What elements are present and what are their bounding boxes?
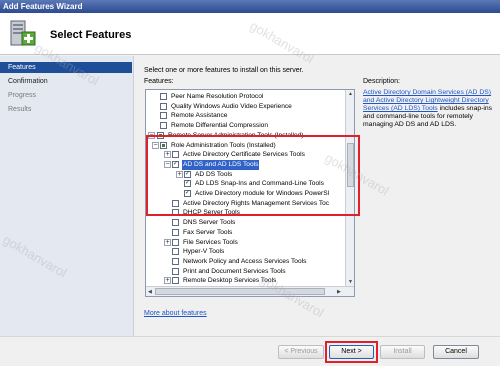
feature-checkbox[interactable]	[172, 228, 179, 236]
feature-label[interactable]: Remote Desktop Services Tools	[182, 276, 277, 286]
scroll-down-icon[interactable]: ▼	[348, 279, 353, 285]
feature-label[interactable]: DNS Server Tools	[182, 218, 236, 228]
tree-row[interactable]: Peer Name Resolution Protocol	[146, 92, 346, 102]
features-label: Features:	[144, 78, 174, 85]
page-title: Select Features	[50, 29, 132, 41]
tree-row[interactable]: Quality Windows Audio Video Experience	[146, 102, 346, 112]
server-features-icon	[10, 20, 36, 46]
feature-label[interactable]: Fax Server Tools	[182, 228, 233, 238]
wizard-steps-sidebar: Features Confirmation Progress Results	[0, 56, 134, 346]
description-panel: Active Directory Domain Services (AD DS)…	[363, 89, 495, 129]
tree-row[interactable]: + File Services Tools	[146, 238, 346, 248]
tree-row[interactable]: Remote Assistance	[146, 111, 346, 121]
tree-row[interactable]: + Remote Desktop Services Tools	[146, 276, 346, 286]
feature-label[interactable]: Remote Assistance	[170, 111, 228, 121]
cancel-button[interactable]: Cancel	[433, 345, 479, 359]
tree-row[interactable]: Fax Server Tools	[146, 228, 346, 238]
feature-label[interactable]: Print and Document Services Tools	[182, 267, 287, 277]
step-features[interactable]: Features	[0, 62, 132, 73]
feature-label[interactable]: Network Policy and Access Services Tools	[182, 257, 307, 267]
description-label: Description:	[363, 78, 400, 85]
tree-row[interactable]: Remote Differential Compression	[146, 121, 346, 131]
feature-label[interactable]: Quality Windows Audio Video Experience	[170, 102, 293, 112]
feature-checkbox[interactable]	[172, 238, 179, 246]
annotation-highlight-box	[146, 135, 360, 216]
feature-checkbox[interactable]	[160, 112, 167, 120]
scroll-up-icon[interactable]: ▲	[348, 91, 353, 97]
scroll-right-icon[interactable]: ▶	[337, 289, 341, 295]
window-titlebar: Add Features Wizard	[0, 0, 500, 13]
tree-row[interactable]: Print and Document Services Tools	[146, 267, 346, 277]
instruction-text: Select one or more features to install o…	[144, 67, 304, 74]
install-button: Install	[380, 345, 425, 359]
window-title: Add Features Wizard	[3, 2, 83, 11]
expand-icon[interactable]: +	[164, 238, 171, 246]
main-panel: Select one or more features to install o…	[135, 56, 500, 336]
more-about-features-link[interactable]: More about features	[144, 310, 207, 317]
feature-checkbox[interactable]	[172, 257, 179, 265]
feature-checkbox[interactable]	[172, 267, 179, 275]
horizontal-scroll-thumb[interactable]	[155, 288, 325, 295]
feature-label[interactable]: File Services Tools	[182, 238, 239, 248]
horizontal-scrollbar[interactable]: ◀ ▶	[146, 286, 354, 296]
feature-label[interactable]: Remote Differential Compression	[170, 121, 269, 131]
wizard-footer: < Previous Next > Install Cancel	[0, 336, 500, 366]
scroll-left-icon[interactable]: ◀	[148, 289, 152, 295]
feature-checkbox[interactable]	[172, 219, 179, 227]
next-button[interactable]: Next >	[329, 345, 374, 359]
step-confirmation[interactable]: Confirmation	[0, 76, 132, 87]
feature-checkbox[interactable]	[172, 248, 179, 256]
step-results: Results	[8, 106, 32, 113]
tree-row[interactable]: DNS Server Tools	[146, 218, 346, 228]
feature-label[interactable]: Peer Name Resolution Protocol	[170, 92, 264, 102]
feature-checkbox[interactable]	[172, 277, 179, 285]
step-progress: Progress	[8, 92, 37, 99]
feature-checkbox[interactable]	[160, 122, 167, 130]
feature-checkbox[interactable]	[160, 93, 167, 100]
previous-button: < Previous	[278, 345, 324, 359]
feature-checkbox[interactable]	[160, 102, 167, 110]
wizard-header: Select Features	[0, 13, 500, 55]
expand-icon[interactable]: +	[164, 277, 171, 285]
tree-row[interactable]: Network Policy and Access Services Tools	[146, 257, 346, 267]
feature-label[interactable]: Hyper-V Tools	[182, 247, 225, 257]
tree-row[interactable]: Hyper-V Tools	[146, 247, 346, 257]
